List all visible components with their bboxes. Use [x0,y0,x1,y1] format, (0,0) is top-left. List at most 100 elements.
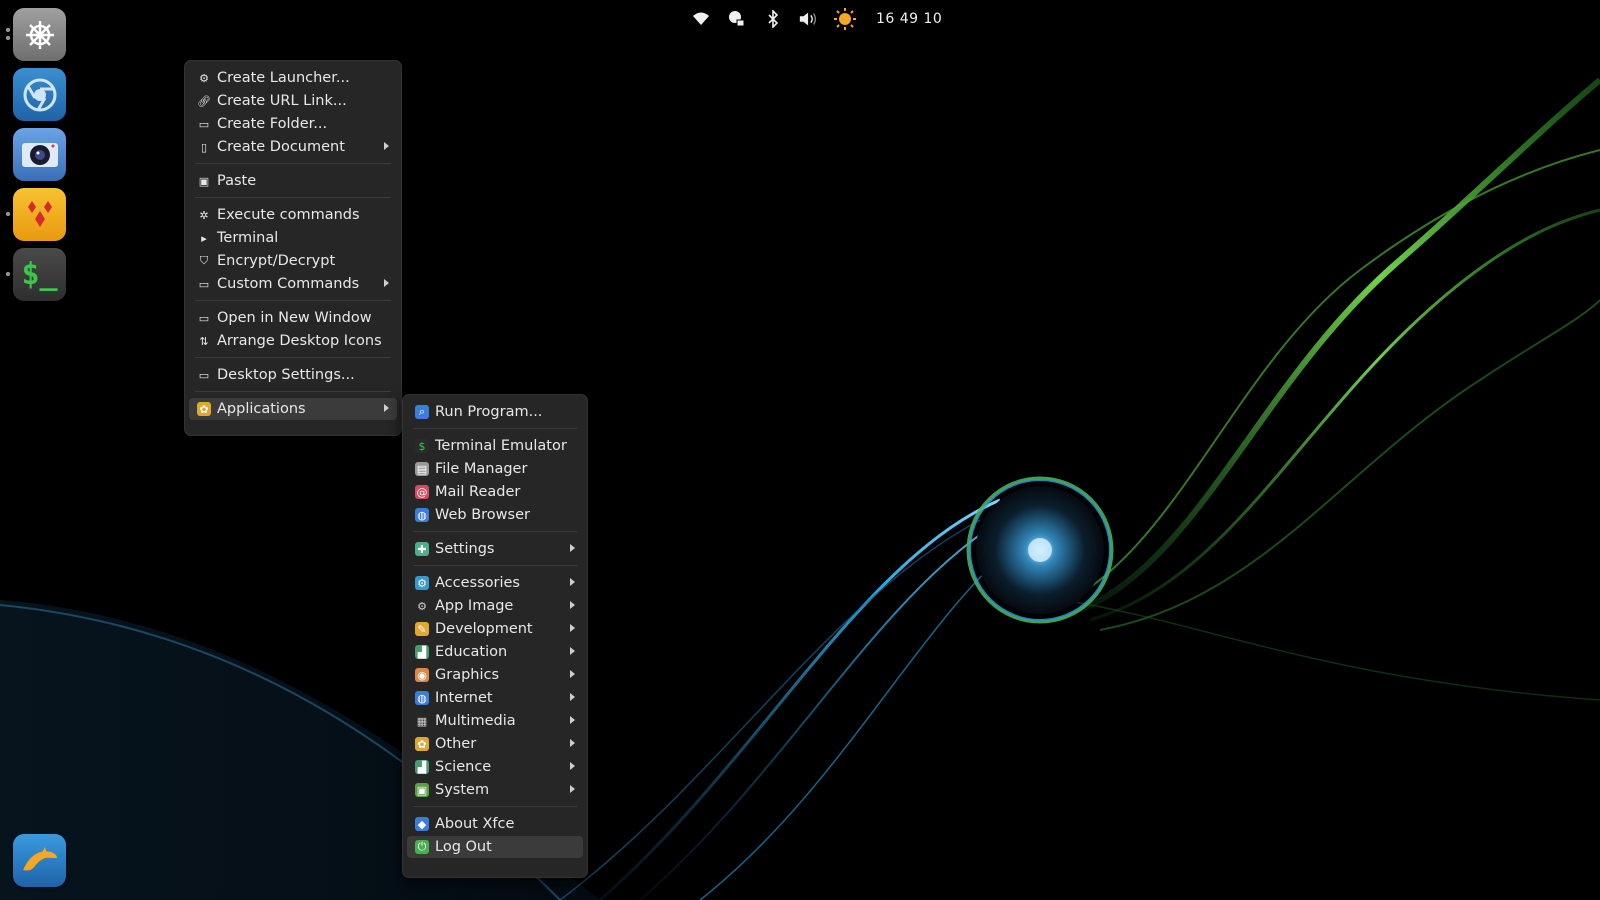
submenu-arrow-icon [570,785,575,793]
menu-item-paste[interactable]: ▣ Paste [189,170,397,192]
menu-item-desktop-settings[interactable]: ▭ Desktop Settings... [189,364,397,386]
menu-item-education[interactable]: ▟ Education [407,641,583,663]
submenu-arrow-icon [384,142,389,150]
menu-item-internet[interactable]: ◍ Internet [407,687,583,709]
dock-running-indicator [6,28,10,32]
wifi-icon[interactable] [690,8,712,30]
submenu-arrow-icon [570,601,575,609]
clock[interactable]: 16 49 10 [876,11,942,27]
menu-item-graphics[interactable]: ◉ Graphics [407,664,583,686]
paste-icon: ▣ [198,174,210,188]
about-icon: ◆ [415,817,429,831]
document-icon: ▯ [200,140,208,154]
applications-submenu: ⌕ Run Program... $ Terminal Emulator ▤ F… [402,394,588,878]
dock-running-indicator [6,272,10,276]
submenu-arrow-icon [384,404,389,412]
accessories-icon: ⚙ [415,576,429,590]
webcam-icon[interactable] [13,128,66,181]
terminal-icon: ▸ [201,231,207,245]
menu-separator [195,391,391,392]
menu-item-multimedia[interactable]: ▦ Multimedia [407,710,583,732]
settings-helm-icon[interactable] [13,8,66,61]
menu-item-terminal-emulator[interactable]: $ Terminal Emulator [407,435,583,457]
menu-item-terminal[interactable]: ▸ Terminal [189,227,397,249]
bluetooth-icon[interactable] [762,8,784,30]
dock-running-indicator [6,36,10,40]
submenu-arrow-icon [570,716,575,724]
submenu-arrow-icon [570,578,575,586]
science-icon: ▟ [415,760,429,774]
menu-separator [195,357,391,358]
menu-item-web-browser[interactable]: ◍ Web Browser [407,504,583,526]
menu-item-file-manager[interactable]: ▤ File Manager [407,458,583,480]
menu-item-science[interactable]: ▟ Science [407,756,583,778]
menu-item-settings[interactable]: ✚ Settings [407,538,583,560]
menu-item-create-launcher[interactable]: ⚙ Create Launcher... [189,67,397,89]
menu-item-mail-reader[interactable]: @ Mail Reader [407,481,583,503]
menu-item-create-url-link[interactable]: 🔗︎ Create URL Link... [189,90,397,112]
mail-icon: @ [415,485,429,499]
menu-item-applications[interactable]: ✿ Applications [189,398,397,420]
submenu-arrow-icon [570,762,575,770]
web-browser-icon: ◍ [415,508,429,522]
multimedia-icon: ▦ [416,714,428,728]
education-icon: ▟ [415,645,429,659]
dock-running-indicator [6,212,10,216]
submenu-arrow-icon [570,624,575,632]
logout-icon: ⏻ [415,840,429,854]
chromium-icon[interactable] [13,68,66,121]
menu-item-app-image[interactable]: ⚙ App Image [407,595,583,617]
menu-separator [195,197,391,198]
menu-item-arrange-desktop-icons[interactable]: ⇅ Arrange Desktop Icons [189,330,397,352]
menu-item-open-in-new-window[interactable]: ▭ Open in New Window [189,307,397,329]
other-icon: ✿ [415,737,429,751]
gear-icon: ⚙ [199,71,209,85]
system-icon: ▣ [415,783,429,797]
settings-icon: ✚ [415,542,429,556]
menu-item-encrypt-decrypt[interactable]: ⛉ Encrypt/Decrypt [189,250,397,272]
cards-game-icon[interactable] [13,188,66,241]
terminal-icon[interactable]: $_ [13,248,66,301]
menu-separator [413,565,577,566]
submenu-arrow-icon [570,670,575,678]
menu-item-about-xfce[interactable]: ◆ About Xfce [407,813,583,835]
menu-item-create-folder[interactable]: ▭ Create Folder... [189,113,397,135]
menu-separator [413,531,577,532]
menu-item-create-document[interactable]: ▯ Create Document [189,136,397,158]
submenu-arrow-icon [384,279,389,287]
run-icon: ⌕ [415,405,429,419]
folder-icon: ▭ [198,117,210,131]
internet-icon: ◍ [415,691,429,705]
menu-separator [195,300,391,301]
submenu-arrow-icon [570,739,575,747]
top-panel: 16 49 10 [690,0,942,38]
terminal-icon: $ [415,439,429,453]
menu-separator [195,163,391,164]
graphics-icon: ◉ [415,668,429,682]
menu-separator [413,806,577,807]
weather-sun-icon[interactable] [834,8,856,30]
applications-icon: ✿ [197,402,211,416]
network-lock-icon[interactable] [726,8,748,30]
menu-separator [413,428,577,429]
file-manager-icon: ▤ [415,462,429,476]
cog-icon: ✲ [199,208,209,222]
gear-icon: ⚙ [417,599,427,613]
development-icon: ✎ [415,622,429,636]
window-icon: ▭ [198,311,210,325]
menu-item-system[interactable]: ▣ System [407,779,583,801]
menu-item-development[interactable]: ✎ Development [407,618,583,640]
menu-item-execute-commands[interactable]: ✲ Execute commands [189,204,397,226]
monitor-icon: ▭ [198,368,210,382]
folder-icon: ▭ [198,277,210,291]
menu-item-custom-commands[interactable]: ▭ Custom Commands [189,273,397,295]
menu-item-other[interactable]: ✿ Other [407,733,583,755]
shield-icon: ⛉ [199,254,209,267]
menu-item-log-out[interactable]: ⏻ Log Out [407,836,583,858]
dolphin-icon[interactable] [13,834,66,887]
menu-item-accessories[interactable]: ⚙ Accessories [407,572,583,594]
link-icon: 🔗︎ [197,94,211,108]
submenu-arrow-icon [570,544,575,552]
menu-item-run-program[interactable]: ⌕ Run Program... [407,401,583,423]
volume-icon[interactable] [798,8,820,30]
